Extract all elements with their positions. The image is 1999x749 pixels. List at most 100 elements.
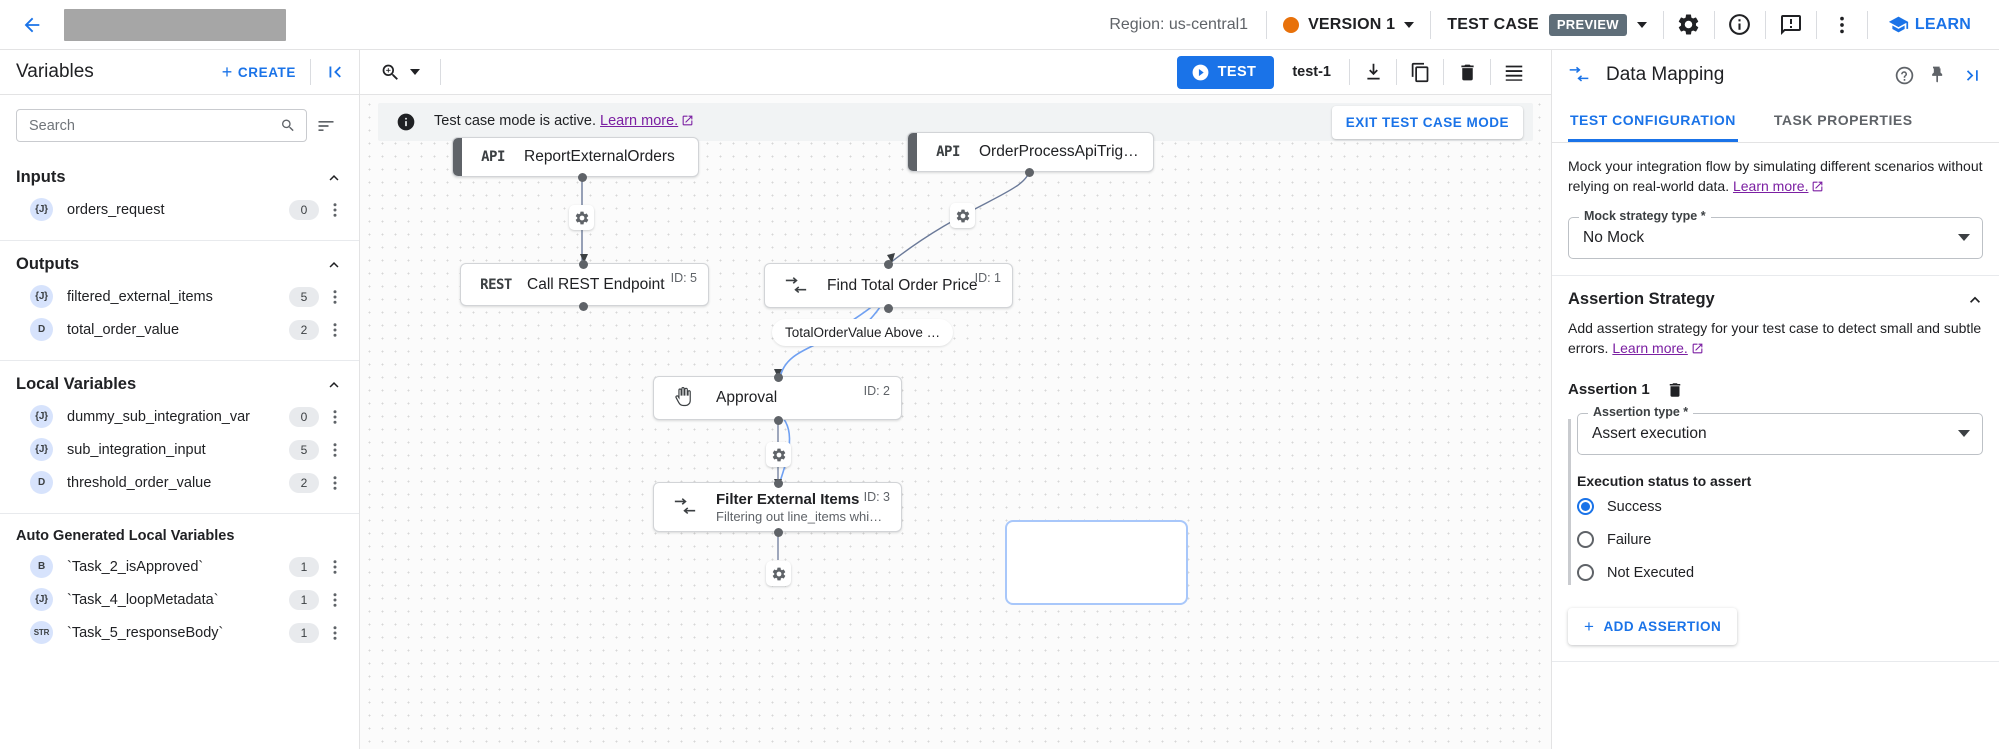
radio-button[interactable] bbox=[1577, 564, 1594, 581]
kebab-menu-icon bbox=[326, 591, 344, 609]
duplicate-button[interactable] bbox=[1397, 50, 1443, 95]
learn-button[interactable]: LEARN bbox=[1870, 14, 1987, 35]
create-variable-button[interactable]: + CREATE bbox=[222, 63, 310, 81]
add-assertion-button[interactable]: + ADD ASSERTION bbox=[1568, 608, 1737, 645]
list-item[interactable]: {J} dummy_sub_integration_var 0 bbox=[0, 400, 359, 433]
radio-option-failure[interactable]: Failure bbox=[1577, 528, 1983, 552]
section-header-auto-generated[interactable]: Auto Generated Local Variables bbox=[0, 514, 359, 550]
edge-condition-label[interactable]: TotalOrderValue Above … bbox=[772, 319, 953, 346]
version-selector[interactable]: VERSION 1 bbox=[1269, 16, 1428, 34]
collapse-left-panel-button[interactable] bbox=[311, 50, 359, 95]
pin-button[interactable] bbox=[1921, 55, 1955, 95]
run-test-button[interactable]: TEST bbox=[1177, 56, 1275, 89]
help-button[interactable] bbox=[1887, 55, 1921, 95]
section-header-local-variables[interactable]: Local Variables bbox=[0, 361, 359, 400]
tab-test-configuration[interactable]: TEST CONFIGURATION bbox=[1568, 100, 1738, 142]
list-item[interactable]: {J} sub_integration_input 5 bbox=[0, 433, 359, 466]
info-button[interactable] bbox=[1717, 0, 1763, 50]
edge-config-gear-button[interactable] bbox=[766, 442, 791, 467]
external-link-icon bbox=[1811, 179, 1824, 199]
row-menu-button[interactable] bbox=[323, 558, 347, 576]
exit-test-case-mode-button[interactable]: EXIT TEST CASE MODE bbox=[1332, 106, 1523, 139]
project-title-redacted bbox=[64, 9, 286, 41]
sort-button[interactable] bbox=[309, 109, 343, 142]
row-menu-button[interactable] bbox=[323, 441, 347, 459]
section-title: Inputs bbox=[16, 168, 325, 187]
edge-config-gear-button[interactable] bbox=[766, 561, 791, 586]
zoom-control[interactable] bbox=[374, 62, 426, 83]
zoom-in-icon bbox=[380, 62, 401, 83]
flow-canvas[interactable]: Test case mode is active. Learn more. EX… bbox=[360, 95, 1551, 749]
search-input[interactable] bbox=[29, 118, 280, 134]
node-connector-dot bbox=[774, 373, 783, 382]
kebab-menu-icon bbox=[326, 624, 344, 642]
search-box[interactable] bbox=[16, 109, 307, 142]
variables-section-auto-generated: Auto Generated Local Variables B `Task_2… bbox=[0, 514, 359, 663]
radio-option-not-executed[interactable]: Not Executed bbox=[1577, 561, 1983, 585]
delete-button[interactable] bbox=[1444, 50, 1490, 95]
list-item[interactable]: B `Task_2_isApproved` 1 bbox=[0, 550, 359, 583]
tab-task-properties[interactable]: TASK PROPERTIES bbox=[1772, 100, 1915, 142]
type-badge: {J} bbox=[30, 588, 53, 611]
radio-button[interactable] bbox=[1577, 531, 1594, 548]
row-menu-button[interactable] bbox=[323, 474, 347, 492]
collapse-right-panel-button[interactable] bbox=[1955, 55, 1989, 95]
node-id-label: ID: 2 bbox=[864, 384, 890, 398]
divider bbox=[1816, 11, 1817, 39]
assertion-type-select[interactable]: Assert execution bbox=[1577, 413, 1983, 455]
radio-option-success[interactable]: Success bbox=[1577, 495, 1983, 519]
section-header-inputs[interactable]: Inputs bbox=[0, 154, 359, 193]
node-approval[interactable]: Approval ID: 2 bbox=[653, 376, 902, 420]
execution-status-label: Execution status to assert bbox=[1577, 473, 1983, 489]
node-report-external-orders[interactable]: API ReportExternalOrders bbox=[452, 137, 699, 177]
gear-icon bbox=[955, 208, 971, 224]
row-menu-button[interactable] bbox=[323, 408, 347, 426]
node-find-total-order-price[interactable]: Find Total Order Price ID: 1 bbox=[764, 263, 1013, 308]
gear-icon bbox=[771, 566, 787, 582]
test-case-selector[interactable]: TEST CASE PREVIEW bbox=[1433, 14, 1661, 36]
mock-learn-more-link[interactable]: Learn more. bbox=[1733, 178, 1808, 194]
edge-config-gear-button[interactable] bbox=[569, 205, 594, 230]
section-header-outputs[interactable]: Outputs bbox=[0, 241, 359, 280]
variable-name: threshold_order_value bbox=[67, 475, 289, 491]
variables-list[interactable]: Inputs {J} orders_request 0 Outputs bbox=[0, 154, 359, 749]
radio-button[interactable] bbox=[1577, 498, 1594, 515]
list-item[interactable]: D total_order_value 2 bbox=[0, 313, 359, 346]
assertion-type-field[interactable]: Assertion type * Assert execution bbox=[1577, 413, 1983, 455]
hamburger-icon bbox=[1503, 61, 1525, 83]
node-call-rest-endpoint[interactable]: REST Call REST Endpoint ID: 5 bbox=[460, 263, 709, 306]
delete-assertion-button[interactable] bbox=[1666, 381, 1684, 399]
row-menu-button[interactable] bbox=[323, 201, 347, 219]
back-button[interactable] bbox=[12, 5, 52, 45]
selected-node-outline[interactable] bbox=[1005, 520, 1188, 605]
node-order-process-api-trigger[interactable]: API OrderProcessApiTrigger bbox=[907, 132, 1154, 172]
more-options-button[interactable] bbox=[1819, 0, 1865, 50]
panel-content[interactable]: Mock your integration flow by simulating… bbox=[1552, 143, 1999, 749]
play-circle-icon bbox=[1191, 63, 1210, 82]
variables-section-local: Local Variables {J} dummy_sub_integratio… bbox=[0, 361, 359, 514]
assertion-type-value: Assert execution bbox=[1592, 425, 1958, 443]
data-mapping-panel: Data Mapping TEST CONFIGURATION TASK PRO… bbox=[1551, 50, 1999, 749]
row-menu-button[interactable] bbox=[323, 321, 347, 339]
node-filter-external-items[interactable]: Filter External Items Filtering out line… bbox=[653, 482, 902, 532]
row-menu-button[interactable] bbox=[323, 624, 347, 642]
row-menu-button[interactable] bbox=[323, 591, 347, 609]
mock-strategy-select[interactable]: No Mock bbox=[1568, 217, 1983, 259]
download-button[interactable] bbox=[1350, 50, 1396, 95]
edge-config-gear-button[interactable] bbox=[950, 203, 975, 228]
list-item[interactable]: {J} filtered_external_items 5 bbox=[0, 280, 359, 313]
list-item[interactable]: D threshold_order_value 2 bbox=[0, 466, 359, 499]
node-title: OrderProcessApiTrigger bbox=[979, 143, 1143, 161]
list-item[interactable]: STR `Task_5_responseBody` 1 bbox=[0, 616, 359, 649]
mock-strategy-field[interactable]: Mock strategy type * No Mock bbox=[1568, 217, 1983, 259]
row-menu-button[interactable] bbox=[323, 288, 347, 306]
assertion-learn-more-link[interactable]: Learn more. bbox=[1612, 340, 1687, 356]
node-connector-dot bbox=[884, 304, 893, 313]
list-item[interactable]: {J} `Task_4_loopMetadata` 1 bbox=[0, 583, 359, 616]
settings-button[interactable] bbox=[1666, 0, 1712, 50]
list-menu-button[interactable] bbox=[1491, 50, 1537, 95]
assertion-section-header[interactable]: Assertion Strategy bbox=[1568, 290, 1983, 311]
feedback-button[interactable] bbox=[1768, 0, 1814, 50]
banner-learn-more-link[interactable]: Learn more. bbox=[600, 113, 678, 129]
list-item[interactable]: {J} orders_request 0 bbox=[0, 193, 359, 226]
